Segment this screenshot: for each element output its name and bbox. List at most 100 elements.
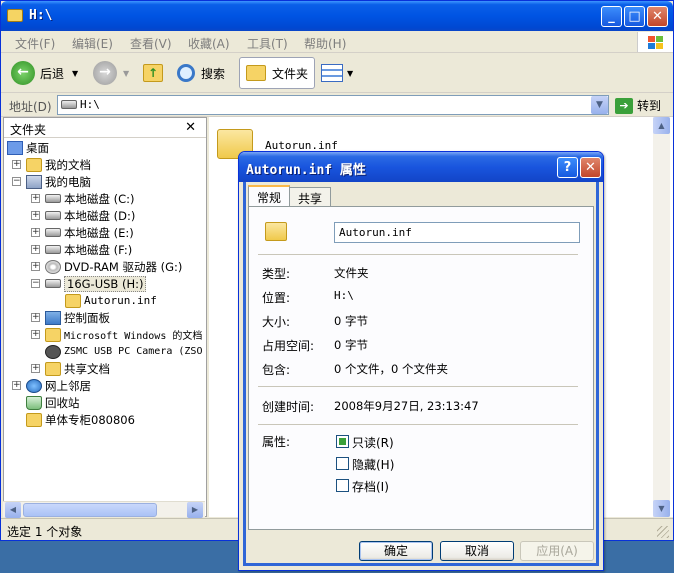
tree-item-network[interactable]: 网上邻居 xyxy=(26,377,91,394)
back-arrow-icon: ← xyxy=(11,61,35,85)
address-dropdown-icon[interactable]: ▼ xyxy=(591,96,608,114)
go-arrow-icon: ➔ xyxy=(615,97,633,114)
hidden-checkbox[interactable] xyxy=(336,457,349,470)
tree-horizontal-scrollbar[interactable]: ◀ ▶ xyxy=(3,501,205,518)
tree-item-drive-e[interactable]: 本地磁盘 (E:) xyxy=(45,224,134,241)
forward-button[interactable]: → ▼ xyxy=(93,57,129,89)
menu-tools[interactable]: 工具(T) xyxy=(247,35,288,52)
expand-icon[interactable]: + xyxy=(31,364,40,373)
dialog-title-bar[interactable]: Autorun.inf 属性 ? ✕ xyxy=(239,152,603,182)
created-label: 创建时间: xyxy=(262,400,315,414)
menu-favorites[interactable]: 收藏(A) xyxy=(188,35,230,52)
scroll-up-icon[interactable]: ▲ xyxy=(653,117,670,134)
scroll-down-icon[interactable]: ▼ xyxy=(653,500,670,517)
expand-icon[interactable]: + xyxy=(31,211,40,220)
tab-sharing[interactable]: 共享 xyxy=(289,187,332,206)
search-icon xyxy=(177,64,195,82)
tree-item-shared-docs[interactable]: 共享文档 xyxy=(45,360,110,377)
tree-item-camera[interactable]: ZSMC USB PC Camera (ZSO xyxy=(45,343,205,360)
title-bar[interactable]: H:\ _ □ ✕ xyxy=(1,1,673,31)
tree-item-recycle-bin[interactable]: 回收站 xyxy=(26,394,80,411)
up-folder-button[interactable]: ↑ xyxy=(143,57,163,89)
readonly-checkbox[interactable] xyxy=(336,435,349,448)
readonly-label[interactable]: 只读(R) xyxy=(352,434,394,451)
folder-name-input[interactable]: Autorun.inf xyxy=(334,222,580,243)
tree-item-drive-c[interactable]: 本地磁盘 (C:) xyxy=(45,190,135,207)
size-value: 0 字节 xyxy=(334,314,368,328)
minimize-button[interactable]: _ xyxy=(601,6,622,27)
content-vertical-scrollbar[interactable]: ▲ ▼ xyxy=(653,117,670,517)
expand-icon[interactable]: + xyxy=(31,330,40,339)
close-button[interactable]: ✕ xyxy=(647,6,668,27)
go-button[interactable]: ➔ 转到 xyxy=(615,97,661,114)
size-on-disk-label: 占用空间: xyxy=(262,339,315,353)
tree-item-ms-docs[interactable]: Microsoft Windows 的文档 xyxy=(45,326,205,343)
tree-item-my-documents[interactable]: 我的文档 xyxy=(26,156,91,173)
menu-edit[interactable]: 编辑(E) xyxy=(72,35,113,52)
tree-item-drive-f[interactable]: 本地磁盘 (F:) xyxy=(45,241,132,258)
expand-icon[interactable]: + xyxy=(31,262,40,271)
size-on-disk-value: 0 字节 xyxy=(334,338,368,352)
scroll-left-icon[interactable]: ◀ xyxy=(5,502,21,518)
expand-icon[interactable]: + xyxy=(12,381,21,390)
folders-button[interactable]: 文件夹 xyxy=(239,57,316,89)
tree-item-desktop[interactable]: 桌面 xyxy=(7,139,49,156)
views-icon xyxy=(321,64,343,82)
close-pane-icon[interactable]: ✕ xyxy=(185,120,196,135)
tree-label: 本地磁盘 (C:) xyxy=(64,191,135,206)
drive-icon xyxy=(61,100,77,109)
tree-label: 回收站 xyxy=(45,395,80,410)
resize-grip-icon[interactable] xyxy=(657,526,669,538)
collapse-icon[interactable]: − xyxy=(31,279,40,288)
location-label: 位置: xyxy=(262,291,291,305)
menu-file[interactable]: 文件(F) xyxy=(15,35,55,52)
hard-drive-icon xyxy=(45,245,61,254)
scroll-thumb[interactable] xyxy=(23,503,157,517)
toolbar: ← 后退 ▼ → ▼ ↑ 搜索 文件夹 ▼ xyxy=(1,53,673,93)
search-button[interactable]: 搜索 xyxy=(177,57,225,89)
folder-icon xyxy=(265,222,287,241)
help-button[interactable]: ? xyxy=(557,157,578,178)
tree-label: 本地磁盘 (D:) xyxy=(64,208,136,223)
tree-item-folder-080806[interactable]: 单体专柜080806 xyxy=(26,411,135,428)
apply-button[interactable]: 应用(A) xyxy=(520,541,594,561)
address-label: 地址(D) xyxy=(9,100,52,114)
up-folder-icon: ↑ xyxy=(143,64,163,82)
go-label: 转到 xyxy=(637,99,662,113)
address-value: H:\ xyxy=(80,98,100,111)
archive-checkbox[interactable] xyxy=(336,479,349,492)
scroll-right-icon[interactable]: ▶ xyxy=(187,502,203,518)
cancel-button[interactable]: 取消 xyxy=(440,541,514,561)
back-button[interactable]: ← 后退 ▼ xyxy=(11,57,78,89)
dialog-close-button[interactable]: ✕ xyxy=(580,157,601,178)
tree-item-dvd-g[interactable]: DVD-RAM 驱动器 (G:) xyxy=(45,258,182,275)
search-label: 搜索 xyxy=(201,66,226,81)
documents-icon xyxy=(26,157,42,172)
collapse-icon[interactable]: − xyxy=(12,177,21,186)
views-button[interactable]: ▼ xyxy=(321,57,353,89)
tree-item-autorun[interactable]: Autorun.inf xyxy=(65,292,157,309)
type-label: 类型: xyxy=(262,267,291,281)
tree-item-usb-h[interactable]: 16G-USB (H:) xyxy=(45,275,147,292)
ok-button[interactable]: 确定 xyxy=(359,541,433,561)
tree-label: Microsoft Windows 的文档 xyxy=(64,331,203,342)
tree-item-my-computer[interactable]: 我的电脑 xyxy=(26,173,91,190)
divider xyxy=(258,424,578,425)
maximize-button[interactable]: □ xyxy=(624,6,645,27)
tree-item-drive-d[interactable]: 本地磁盘 (D:) xyxy=(45,207,135,224)
tab-general[interactable]: 常规 xyxy=(248,185,291,206)
menu-help[interactable]: 帮助(H) xyxy=(304,35,346,52)
expand-icon[interactable]: + xyxy=(31,228,40,237)
expand-icon[interactable]: + xyxy=(31,245,40,254)
expand-icon[interactable]: + xyxy=(31,194,40,203)
tree-item-control-panel[interactable]: 控制面板 xyxy=(45,309,110,326)
expand-icon[interactable]: + xyxy=(12,160,21,169)
expand-icon[interactable]: + xyxy=(31,313,40,322)
back-dropdown-icon[interactable]: ▼ xyxy=(72,69,78,78)
recycle-bin-icon xyxy=(26,395,42,410)
address-input[interactable]: H:\ xyxy=(57,95,609,115)
menu-view[interactable]: 查看(V) xyxy=(130,35,172,52)
archive-label[interactable]: 存档(I) xyxy=(352,478,389,495)
hidden-label[interactable]: 隐藏(H) xyxy=(352,456,394,473)
dvd-drive-icon xyxy=(45,259,61,274)
